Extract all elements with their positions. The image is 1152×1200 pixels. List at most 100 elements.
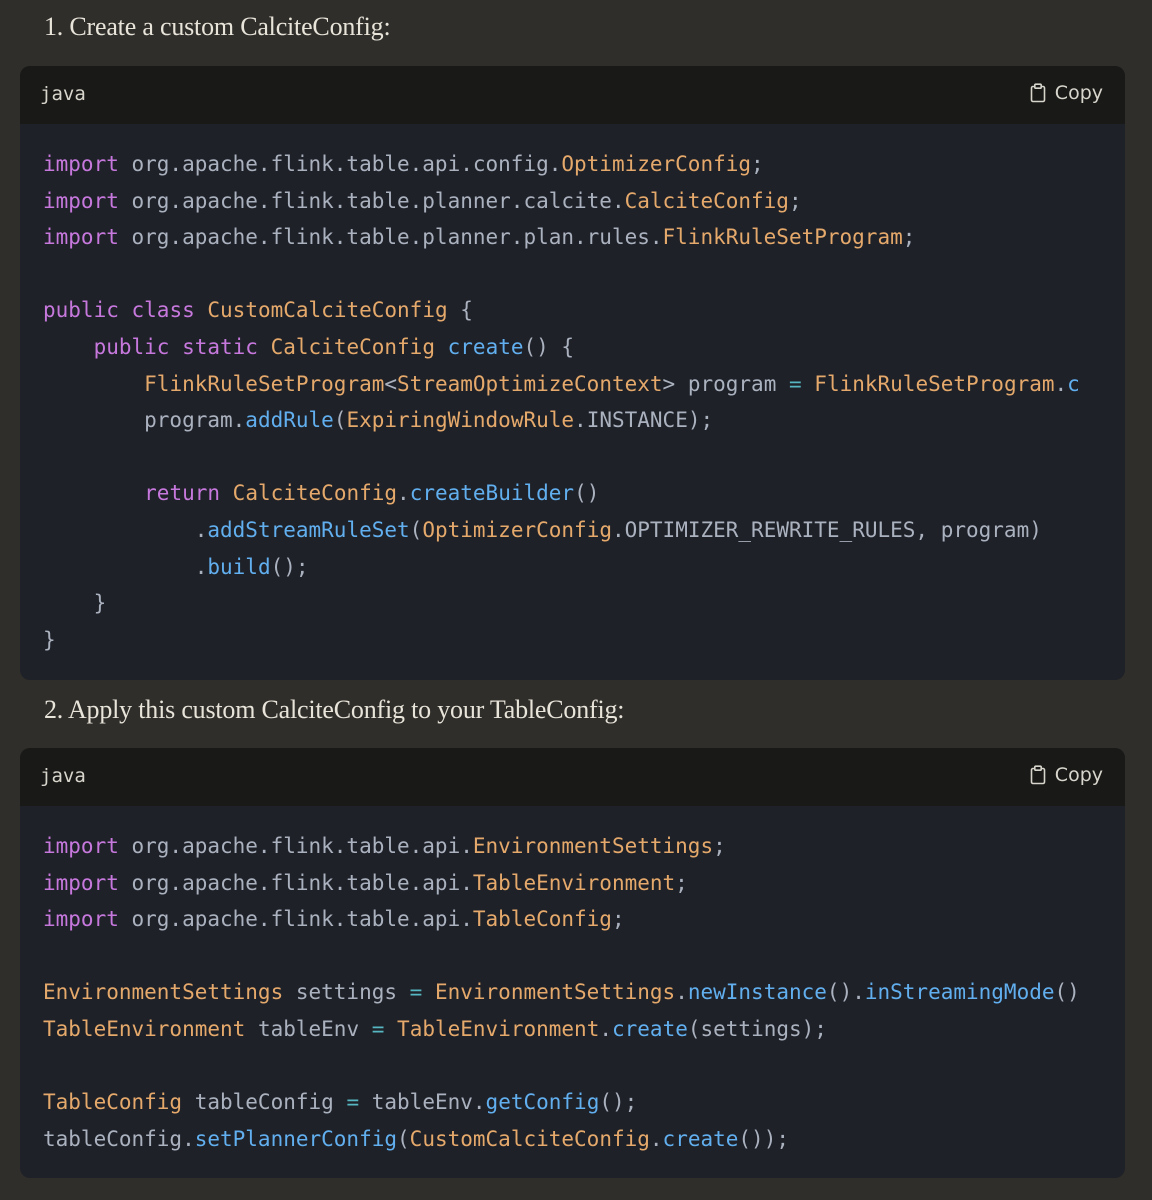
function-token: getConfig xyxy=(485,1090,600,1115)
code-text: . xyxy=(675,980,688,1005)
code-text: (). xyxy=(826,980,865,1005)
code-text: > program xyxy=(662,371,789,396)
code-line: import org.apache.flink.table.api.TableC… xyxy=(43,901,1080,938)
code-text: () xyxy=(1054,980,1080,1005)
copy-button[interactable]: Copy xyxy=(1030,82,1103,104)
code-text: (); xyxy=(599,1090,638,1115)
operator-token: = xyxy=(346,1090,360,1115)
code-line: .addStreamRuleSet(OptimizerConfig.OPTIMI… xyxy=(43,512,1080,549)
code-text: org.apache.flink.table.api. xyxy=(118,907,473,932)
type-token: CustomCalciteConfig xyxy=(409,1126,650,1151)
code-text: } xyxy=(43,591,107,616)
code-text: . xyxy=(43,554,208,579)
code-text: tableConfig. xyxy=(43,1126,195,1151)
code-text: { xyxy=(447,298,473,323)
type-token: TableEnvironment xyxy=(43,1016,246,1041)
keyword-token: class xyxy=(131,298,195,323)
code-body: import org.apache.flink.table.api.Enviro… xyxy=(20,806,1125,1178)
code-block-header: java Copy xyxy=(20,748,1125,806)
type-token: FlinkRuleSetProgram xyxy=(144,371,385,396)
keyword-token: import xyxy=(43,152,119,176)
code-text: ; xyxy=(713,834,726,858)
operator-token: = xyxy=(409,980,423,1005)
keyword-token: static xyxy=(182,334,258,359)
code-text: ; xyxy=(902,225,916,250)
function-token: build xyxy=(207,554,271,579)
type-token: EnvironmentSettings xyxy=(43,980,284,1005)
type-token: EnvironmentSettings xyxy=(472,834,714,858)
code-text: } xyxy=(43,627,56,652)
type-token: FlinkRuleSetProgram xyxy=(662,225,903,250)
code-block-2: java Copy import org.apache.flink.table.… xyxy=(20,748,1125,1178)
code-text: . xyxy=(599,1016,612,1041)
code-text: ; xyxy=(751,152,764,176)
code-text: (settings); xyxy=(687,1016,827,1041)
code-text: (); xyxy=(270,554,309,579)
code-block-1: java Copy import org.apache.flink.table.… xyxy=(20,66,1125,680)
copy-label: Copy xyxy=(1054,764,1103,786)
type-token: TableEnvironment xyxy=(397,1016,600,1041)
code-line: program.addRule(ExpiringWindowRule.INSTA… xyxy=(43,402,1080,439)
code-block-header: java Copy xyxy=(20,66,1125,124)
code-text: ; xyxy=(611,907,625,932)
type-token: CalciteConfig xyxy=(624,188,789,213)
code-line: public class CustomCalciteConfig { xyxy=(43,292,1080,329)
keyword-token: import xyxy=(43,225,119,250)
function-token: create xyxy=(447,334,524,359)
code-text: org.apache.flink.table.api.config. xyxy=(118,152,562,176)
language-label: java xyxy=(40,83,86,105)
function-token: createBuilder xyxy=(409,481,575,506)
keyword-token: public xyxy=(43,298,119,323)
function-token: addStreamRuleSet xyxy=(207,517,410,542)
code-text: tableEnv xyxy=(245,1016,372,1041)
code-text: ; xyxy=(675,870,688,895)
code-content: import org.apache.flink.table.api.config… xyxy=(43,146,1080,658)
code-line: TableEnvironment tableEnv = TableEnviron… xyxy=(43,1011,1080,1048)
code-text: < xyxy=(384,371,398,396)
code-text: . xyxy=(397,481,410,506)
type-token: CalciteConfig xyxy=(232,481,398,506)
operator-token: = xyxy=(371,1016,385,1041)
type-token: CalciteConfig xyxy=(270,334,435,359)
code-text: . xyxy=(1054,371,1068,396)
function-token: c xyxy=(1067,371,1080,396)
code-line: return CalciteConfig.createBuilder() xyxy=(43,475,1080,512)
type-token: TableConfig xyxy=(43,1090,183,1115)
code-text: ( xyxy=(409,517,423,542)
code-line: EnvironmentSettings settings = Environme… xyxy=(43,974,1080,1011)
keyword-token: import xyxy=(43,870,119,895)
code-line: } xyxy=(43,585,1080,622)
code-text: . xyxy=(43,517,208,542)
code-text: tableEnv. xyxy=(359,1090,486,1115)
code-text: ()); xyxy=(738,1126,789,1151)
language-label: java xyxy=(40,765,86,787)
code-text: ; xyxy=(788,188,802,213)
function-token: newInstance xyxy=(687,980,827,1005)
code-line: import org.apache.flink.table.planner.ca… xyxy=(43,183,1080,220)
code-line: FlinkRuleSetProgram<StreamOptimizeContex… xyxy=(43,366,1080,403)
step-heading-2: 2. Apply this custom CalciteConfig to yo… xyxy=(44,695,625,724)
code-text: . xyxy=(649,1126,663,1151)
code-text: ( xyxy=(397,1126,410,1151)
type-token: TableEnvironment xyxy=(472,870,676,895)
clipboard-icon xyxy=(1030,765,1046,785)
code-text: program. xyxy=(43,408,246,433)
copy-button[interactable]: Copy xyxy=(1030,764,1103,786)
code-line: import org.apache.flink.table.api.config… xyxy=(43,146,1080,183)
code-text: org.apache.flink.table.api. xyxy=(118,834,473,858)
operator-token: = xyxy=(788,371,802,396)
keyword-token: import xyxy=(43,907,119,932)
type-token: CustomCalciteConfig xyxy=(207,298,448,323)
code-text: () xyxy=(574,481,600,506)
type-token: ExpiringWindowRule xyxy=(346,408,575,433)
